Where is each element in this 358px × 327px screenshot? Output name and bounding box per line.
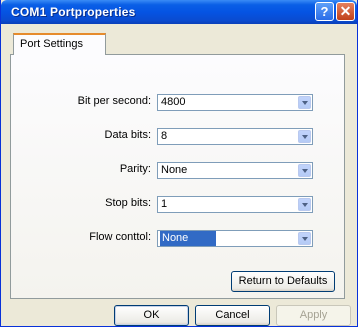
chevron-down-icon[interactable] [298,164,311,177]
chevron-down-icon[interactable] [298,96,311,109]
cancel-button[interactable]: Cancel [195,305,270,326]
tab-panel: Bit per second: 4800 Data bits: 8 Parity… [10,54,345,299]
title-bar[interactable]: COM1 Portproperties ? ✕ [1,0,357,24]
stop-bits-value: 1 [161,198,168,210]
data-bits-select[interactable]: 8 [157,128,313,145]
stop-bits-label: Stop bits: [105,197,151,209]
ok-button[interactable]: OK [114,305,189,326]
parity-select[interactable]: None [157,162,313,179]
bits-per-second-label: Bit per second: [77,95,151,107]
data-bits-value: 8 [161,130,168,142]
dialog-window: COM1 Portproperties ? ✕ Port Settings Bi… [0,0,358,327]
flow-control-value: None [160,231,217,246]
chevron-down-icon[interactable] [298,198,311,211]
parity-label: Parity: [119,163,151,175]
parity-value: None [161,164,188,176]
apply-button[interactable]: Apply [276,305,351,326]
bits-per-second-value: 4800 [161,96,186,108]
flow-control-select[interactable]: None [157,230,313,247]
flow-control-label: Flow conttol: [89,231,151,243]
bits-per-second-select[interactable]: 4800 [157,94,313,111]
tab-port-settings[interactable]: Port Settings [13,33,106,55]
window-title: COM1 Portproperties [11,5,136,19]
close-icon[interactable]: ✕ [336,2,355,21]
stop-bits-select[interactable]: 1 [157,196,313,213]
help-icon[interactable]: ? [315,2,334,21]
return-to-defaults-button[interactable]: Return to Defaults [231,271,335,292]
chevron-down-icon[interactable] [298,232,311,245]
data-bits-label: Data bits: [104,129,151,141]
chevron-down-icon[interactable] [298,130,311,143]
